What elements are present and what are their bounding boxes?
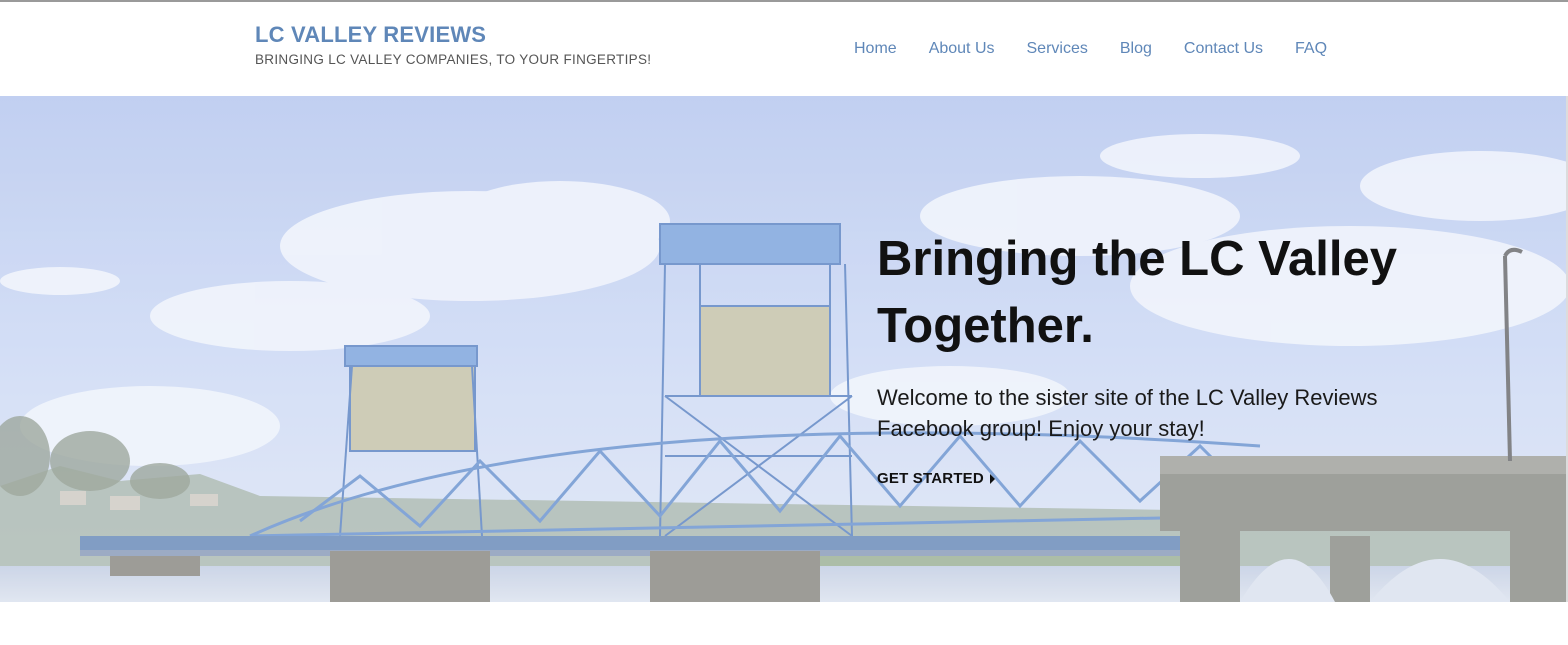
nav-services[interactable]: Services — [1027, 39, 1088, 59]
nav-about-us[interactable]: About Us — [929, 39, 995, 59]
brand: LC VALLEY REVIEWS BRINGING LC VALLEY COM… — [255, 22, 651, 68]
hero-section: Bringing the LC Valley Together. Welcome… — [0, 96, 1566, 602]
hero-text: Welcome to the sister site of the LC Val… — [877, 385, 1378, 441]
hero-content: Bringing the LC Valley Together. Welcome… — [877, 226, 1437, 488]
nav-faq[interactable]: FAQ — [1295, 39, 1327, 59]
nav-home[interactable]: Home — [854, 39, 897, 59]
caret-right-icon — [989, 473, 995, 484]
site-title-link[interactable]: LC VALLEY REVIEWS — [255, 22, 651, 48]
get-started-label: GET STARTED — [877, 470, 984, 487]
main-nav: Home About Us Services Blog Contact Us F… — [854, 39, 1327, 59]
site-header: LC VALLEY REVIEWS BRINGING LC VALLEY COM… — [0, 2, 1568, 96]
nav-contact-us[interactable]: Contact Us — [1184, 39, 1263, 59]
get-started-button[interactable]: GET STARTED — [877, 470, 995, 487]
site-tagline: BRINGING LC VALLEY COMPANIES, TO YOUR FI… — [255, 52, 652, 67]
hero-title: Bringing the LC Valley Together. — [877, 232, 1398, 353]
nav-blog[interactable]: Blog — [1120, 39, 1152, 59]
